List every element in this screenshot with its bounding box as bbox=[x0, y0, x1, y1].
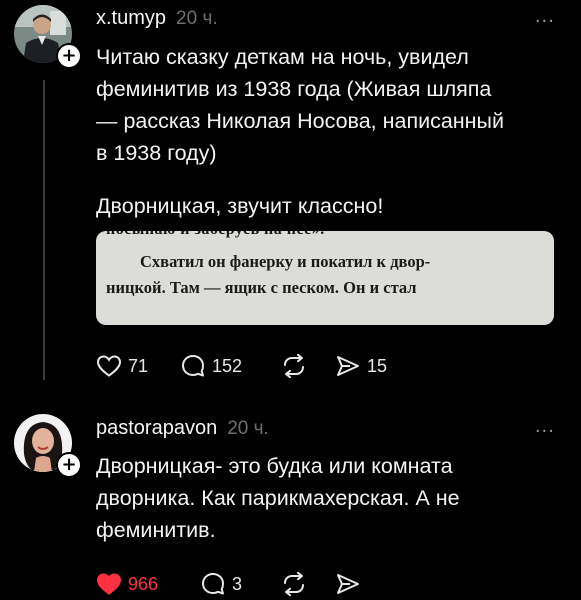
repost-icon bbox=[284, 572, 304, 596]
username[interactable]: pastorapavon bbox=[96, 417, 217, 440]
follow-plus-button[interactable]: + bbox=[56, 452, 82, 478]
repost-button[interactable] bbox=[280, 354, 335, 378]
book-photo[interactable]: посынаю и заберусь на нее». Схватил он ф… bbox=[96, 231, 554, 325]
heart-icon bbox=[96, 355, 122, 377]
like-button[interactable]: 71 bbox=[96, 354, 180, 378]
post-text-line: феминитив из 1938 года (Живая шляпа bbox=[96, 77, 492, 101]
book-line-1: Схватил он фанерку и покатил к двор- bbox=[140, 252, 431, 271]
comment-icon bbox=[202, 573, 224, 595]
post-text: Читаю сказку деткам на ночь, увидел феми… bbox=[96, 41, 566, 169]
post-text-line: Дворницкая- это будка или комната bbox=[96, 454, 453, 478]
post-header: x.tumyp 20 ч. bbox=[96, 7, 218, 30]
timestamp: 20 ч. bbox=[227, 418, 269, 439]
book-line-2: ницкой. Там — ящик с песком. Он и стал bbox=[106, 278, 417, 297]
post-text-line: Читаю сказку деткам на ночь, увидел bbox=[96, 45, 469, 69]
post-text-line: — рассказ Николая Носова, написанный bbox=[96, 109, 505, 133]
plus-icon: + bbox=[61, 45, 77, 66]
comment-count: 152 bbox=[212, 355, 243, 376]
thread-line bbox=[43, 80, 45, 380]
post-text-line: дворника. Как парикмахерская. А не bbox=[96, 486, 460, 510]
comment-count: 3 bbox=[232, 573, 243, 594]
share-icon bbox=[337, 574, 359, 594]
share-button[interactable] bbox=[335, 572, 361, 596]
comment-button[interactable]: 152 bbox=[180, 353, 280, 379]
book-cut-line: посынаю и заберусь на нее». bbox=[106, 231, 325, 239]
more-options-icon[interactable]: ... bbox=[535, 6, 555, 27]
share-count: 15 bbox=[367, 355, 388, 376]
post-text-second: Дворницкая, звучит классно! bbox=[96, 194, 384, 218]
timestamp: 20 ч. bbox=[176, 8, 218, 29]
post-header: pastorapavon 20 ч. bbox=[96, 417, 269, 440]
plus-icon: + bbox=[61, 454, 77, 475]
comment-icon bbox=[182, 355, 204, 377]
action-bar: 71 152 15 bbox=[96, 353, 387, 379]
follow-plus-button[interactable]: + bbox=[56, 43, 82, 69]
like-count: 966 bbox=[128, 573, 159, 594]
post-text-line: в 1938 году) bbox=[96, 141, 217, 165]
heart-filled-icon bbox=[96, 573, 122, 595]
like-count: 71 bbox=[128, 355, 149, 376]
more-options-icon[interactable]: ... bbox=[535, 416, 555, 437]
post-text-line: феминитив. bbox=[96, 518, 216, 542]
repost-button[interactable] bbox=[280, 572, 335, 596]
share-button[interactable]: 15 bbox=[335, 354, 387, 378]
avatar-wrap[interactable]: + bbox=[14, 414, 82, 478]
repost-icon bbox=[284, 354, 304, 378]
username[interactable]: x.tumyp bbox=[96, 7, 166, 30]
avatar-wrap[interactable]: + bbox=[14, 5, 82, 69]
comment-button[interactable]: 3 bbox=[200, 571, 280, 597]
share-icon bbox=[337, 356, 359, 376]
post-text: Дворницкая- это будка или комната дворни… bbox=[96, 450, 566, 546]
action-bar: 966 3 bbox=[96, 571, 361, 597]
thread-post: + x.tumyp 20 ч. ... Читаю сказку деткам … bbox=[0, 0, 581, 400]
like-button[interactable]: 966 bbox=[96, 572, 200, 596]
thread-reply: + pastorapavon 20 ч. ... Дворницкая- это… bbox=[0, 400, 581, 600]
